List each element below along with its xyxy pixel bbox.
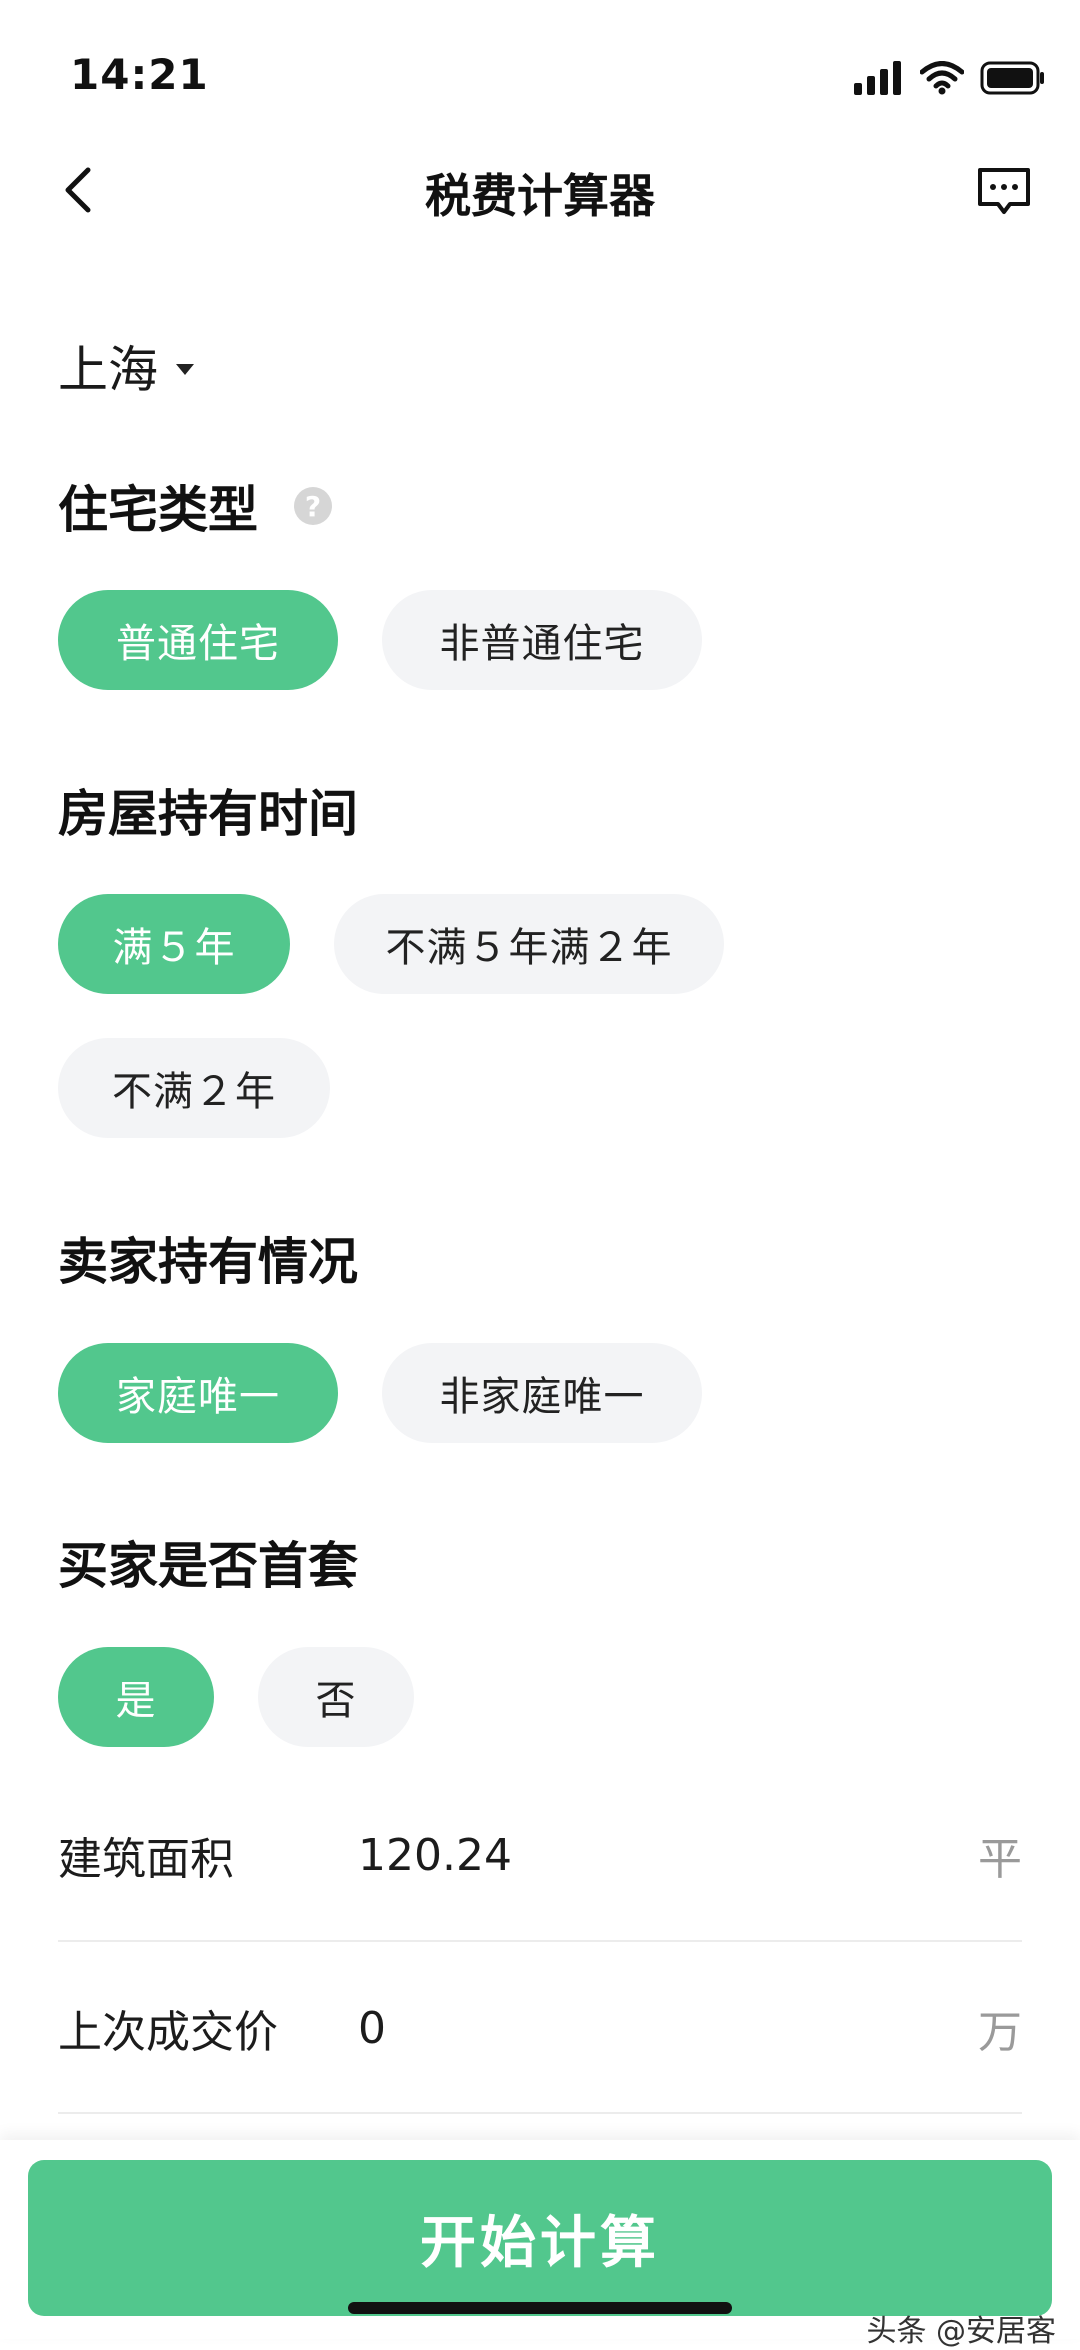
option-over-5-years[interactable]: 满５年 [58,894,290,994]
last-price-row: 上次成交价 万 [58,1943,1022,2113]
signal-icon [854,61,901,95]
area-input[interactable] [358,1829,978,1881]
feedback-icon [978,168,1030,214]
holding-period-title: 房屋持有时间 [58,785,358,843]
buyer-first-home-title: 买家是否首套 [58,1537,358,1595]
area-label: 建筑面积 [58,1834,234,1885]
city-selector[interactable]: 上海 [58,330,194,402]
last-price-label: 上次成交价 [58,2007,278,2058]
option-no[interactable]: 否 [258,1647,414,1747]
wifi-icon [920,61,964,95]
dropdown-caret-icon [176,363,194,375]
feedback-button[interactable] [972,160,1036,224]
area-unit: 平 [978,1834,1022,1885]
status-time: 14:21 [70,50,209,99]
last-price-input[interactable] [358,2002,978,2054]
divider [58,1940,1022,1942]
housing-type-section-title: 住宅类型 ? [58,470,332,542]
help-icon[interactable]: ? [294,487,332,525]
battery-icon [980,61,1044,95]
housing-type-title: 住宅类型 [58,481,258,539]
home-indicator [348,2302,732,2314]
option-ordinary-residence[interactable]: 普通住宅 [58,590,338,690]
area-row: 建筑面积 平 [58,1770,1022,1940]
divider [58,2112,1022,2114]
page-title: 税费计算器 [425,169,655,223]
option-yes[interactable]: 是 [58,1647,214,1747]
option-only-family-home[interactable]: 家庭唯一 [58,1343,338,1443]
watermark: 头条 @安居客 [866,2314,1056,2349]
city-label: 上海 [58,341,158,399]
option-2-to-5-years[interactable]: 不满５年满２年 [334,894,724,994]
status-icons [854,58,1046,98]
back-button[interactable] [48,160,108,220]
seller-status-title: 卖家持有情况 [58,1233,358,1291]
calculate-button[interactable]: 开始计算 [28,2160,1052,2316]
back-arrow-icon [65,167,91,213]
option-under-2-years[interactable]: 不满２年 [58,1038,330,1138]
last-price-unit: 万 [978,2007,1022,2058]
option-non-ordinary-residence[interactable]: 非普通住宅 [382,590,702,690]
option-not-only-family-home[interactable]: 非家庭唯一 [382,1343,702,1443]
